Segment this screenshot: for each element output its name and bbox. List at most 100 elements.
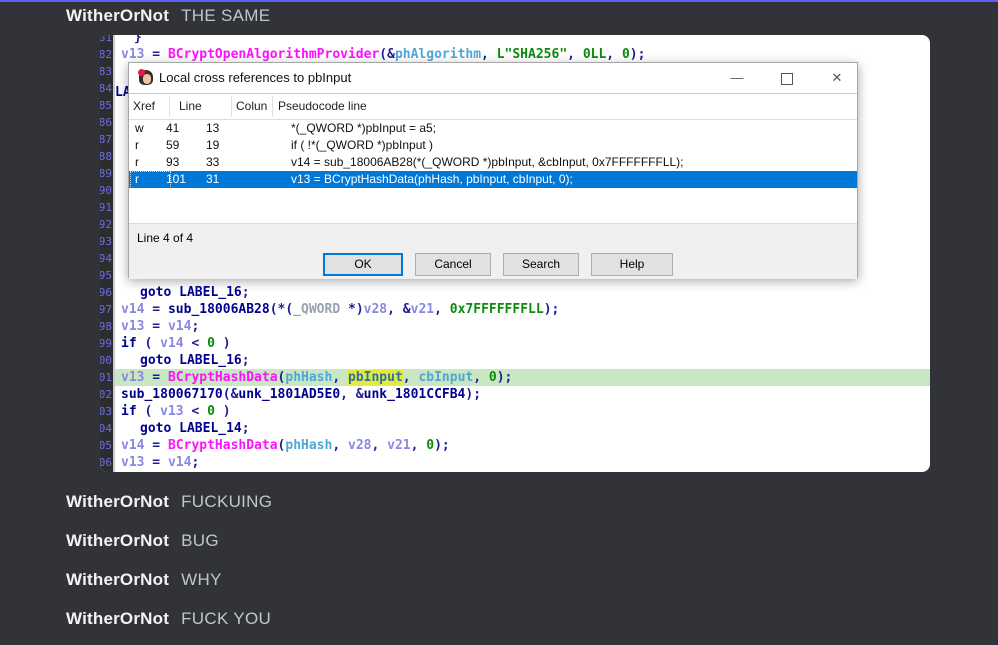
- search-button[interactable]: Search: [503, 253, 579, 276]
- code-token: v13: [121, 319, 144, 334]
- chat-message: WitherOrNot BUG: [66, 531, 219, 551]
- help-button[interactable]: Help: [591, 253, 673, 276]
- column-divider: [272, 96, 273, 117]
- code-token: v13: [121, 455, 144, 470]
- line-number: 84: [100, 82, 112, 95]
- code-line: goto LABEL_16;: [140, 352, 250, 369]
- close-icon[interactable]: ✕: [823, 63, 851, 93]
- line-number: 98: [100, 320, 112, 333]
- code-token: );: [434, 438, 450, 453]
- maximize-icon[interactable]: [773, 63, 801, 93]
- xref-table-header[interactable]: Xref Line Colun Pseudocode line: [129, 94, 857, 120]
- xref-cell: r: [135, 138, 139, 152]
- code-token: ,: [481, 47, 497, 62]
- message-username[interactable]: WitherOrNot: [66, 492, 169, 512]
- line-number: 104: [100, 422, 112, 435]
- message-text: WHY: [181, 570, 222, 590]
- code-token: v21: [411, 302, 434, 317]
- code-token: BCryptOpenAlgorithmProvider: [168, 47, 379, 62]
- code-token: =: [144, 302, 167, 317]
- code-token: =: [144, 47, 167, 62]
- code-token: ,: [371, 438, 387, 453]
- status-text: Line 4 of 4: [137, 231, 193, 245]
- code-line: if ( v14 < 0 ): [121, 335, 231, 352]
- column-divider: [231, 96, 232, 117]
- chat-message: WitherOrNot WHY: [66, 570, 222, 590]
- xref-row[interactable]: w4113*(_QWORD *)pbInput = a5;: [129, 120, 857, 137]
- code-token: ;: [242, 353, 250, 368]
- xref-row[interactable]: r10131v13 = BCryptHashData(phHash, pbInp…: [129, 171, 857, 188]
- minimize-icon[interactable]: —: [723, 63, 751, 93]
- line-number: 102: [100, 388, 112, 401]
- column-header[interactable]: Pseudocode line: [278, 99, 367, 113]
- code-token: ;: [242, 285, 250, 300]
- code-token: BCryptHashData: [168, 370, 278, 385]
- code-token: ,: [403, 370, 419, 385]
- line-number: 103: [100, 405, 112, 418]
- message-username[interactable]: WitherOrNot: [66, 570, 169, 590]
- xref-row[interactable]: r5919if ( !*(_QWORD *)pbInput ): [129, 137, 857, 154]
- code-token: unk_1801CCFB4: [364, 387, 466, 402]
- code-token: L"SHA256": [497, 47, 567, 62]
- code-token: v13: [121, 47, 144, 62]
- code-token: if: [121, 336, 137, 351]
- column-header[interactable]: Colun: [236, 99, 267, 113]
- code-line: sub_180067170(&unk_1801AD5E0, &unk_1801C…: [121, 386, 481, 403]
- code-token: =: [144, 319, 167, 334]
- code-token: }: [134, 35, 142, 45]
- message-username[interactable]: WitherOrNot: [66, 609, 169, 629]
- code-token: =: [144, 370, 167, 385]
- code-line: goto LABEL_16;: [140, 284, 250, 301]
- line-number: 81: [100, 35, 112, 44]
- dialog-titlebar[interactable]: Local cross references to pbInput — ✕: [129, 63, 857, 93]
- column-header[interactable]: Line: [179, 99, 202, 113]
- highlighted-identifier: pbInput: [348, 370, 403, 385]
- line-number-gutter: 8182838485868788899091929394959697989910…: [100, 35, 115, 472]
- ok-button[interactable]: OK: [323, 253, 403, 276]
- line-number: 93: [100, 235, 112, 248]
- message-username[interactable]: WitherOrNot: [66, 6, 169, 26]
- code-line: v14 = BCryptHashData(phHash, v28, v21, 0…: [121, 437, 450, 454]
- code-line: v13 = v14;: [121, 454, 199, 471]
- code-token: 0: [207, 336, 215, 351]
- code-line: v13 = BCryptHashData(phHash, pbInput, cb…: [121, 369, 512, 386]
- code-line: if ( v14 < 0: [121, 471, 215, 472]
- code-token: );: [497, 370, 513, 385]
- code-token: *): [340, 302, 363, 317]
- line-number: 83: [100, 65, 112, 78]
- dialog-footer: Line 4 of 4 OK Cancel Search Help: [129, 223, 857, 279]
- code-token: (&: [223, 387, 239, 402]
- code-token: v13: [160, 404, 183, 419]
- code-token: phAlgorithm: [395, 47, 481, 62]
- line-number: 89: [100, 167, 112, 180]
- code-line: v13 = v14;: [121, 318, 199, 335]
- code-token: cbInput: [418, 370, 473, 385]
- code-line: }: [134, 35, 142, 46]
- message-username[interactable]: WitherOrNot: [66, 531, 169, 551]
- xref-cell: if ( !*(_QWORD *)pbInput ): [291, 138, 433, 152]
- line-number: 88: [100, 150, 112, 163]
- line-number: 87: [100, 133, 112, 146]
- code-token: v13: [121, 370, 144, 385]
- code-token: unk_1801AD5E0: [238, 387, 340, 402]
- code-token: 0LL: [583, 47, 606, 62]
- code-token: BCryptHashData: [168, 438, 278, 453]
- line-number: 95: [100, 269, 112, 282]
- code-token: 0: [426, 438, 434, 453]
- line-number: 100: [100, 354, 112, 367]
- attachment-screenshot[interactable]: 8182838485868788899091929394959697989910…: [100, 35, 930, 472]
- column-divider: [169, 96, 170, 117]
- code-token: v21: [387, 438, 410, 453]
- xref-row[interactable]: r9333v14 = sub_18006AB28(*(_QWORD *)pbIn…: [129, 154, 857, 171]
- code-token: (*(: [270, 302, 293, 317]
- xref-cell: 93: [166, 155, 179, 169]
- code-token: ;: [191, 319, 199, 334]
- code-token: ,: [473, 370, 489, 385]
- message-text: THE SAME: [181, 6, 270, 26]
- xref-cell: 19: [206, 138, 219, 152]
- code-token: <: [184, 404, 207, 419]
- message-text: BUG: [181, 531, 219, 551]
- line-number: 105: [100, 439, 112, 452]
- cancel-button[interactable]: Cancel: [415, 253, 491, 276]
- column-header[interactable]: Xref: [133, 99, 155, 113]
